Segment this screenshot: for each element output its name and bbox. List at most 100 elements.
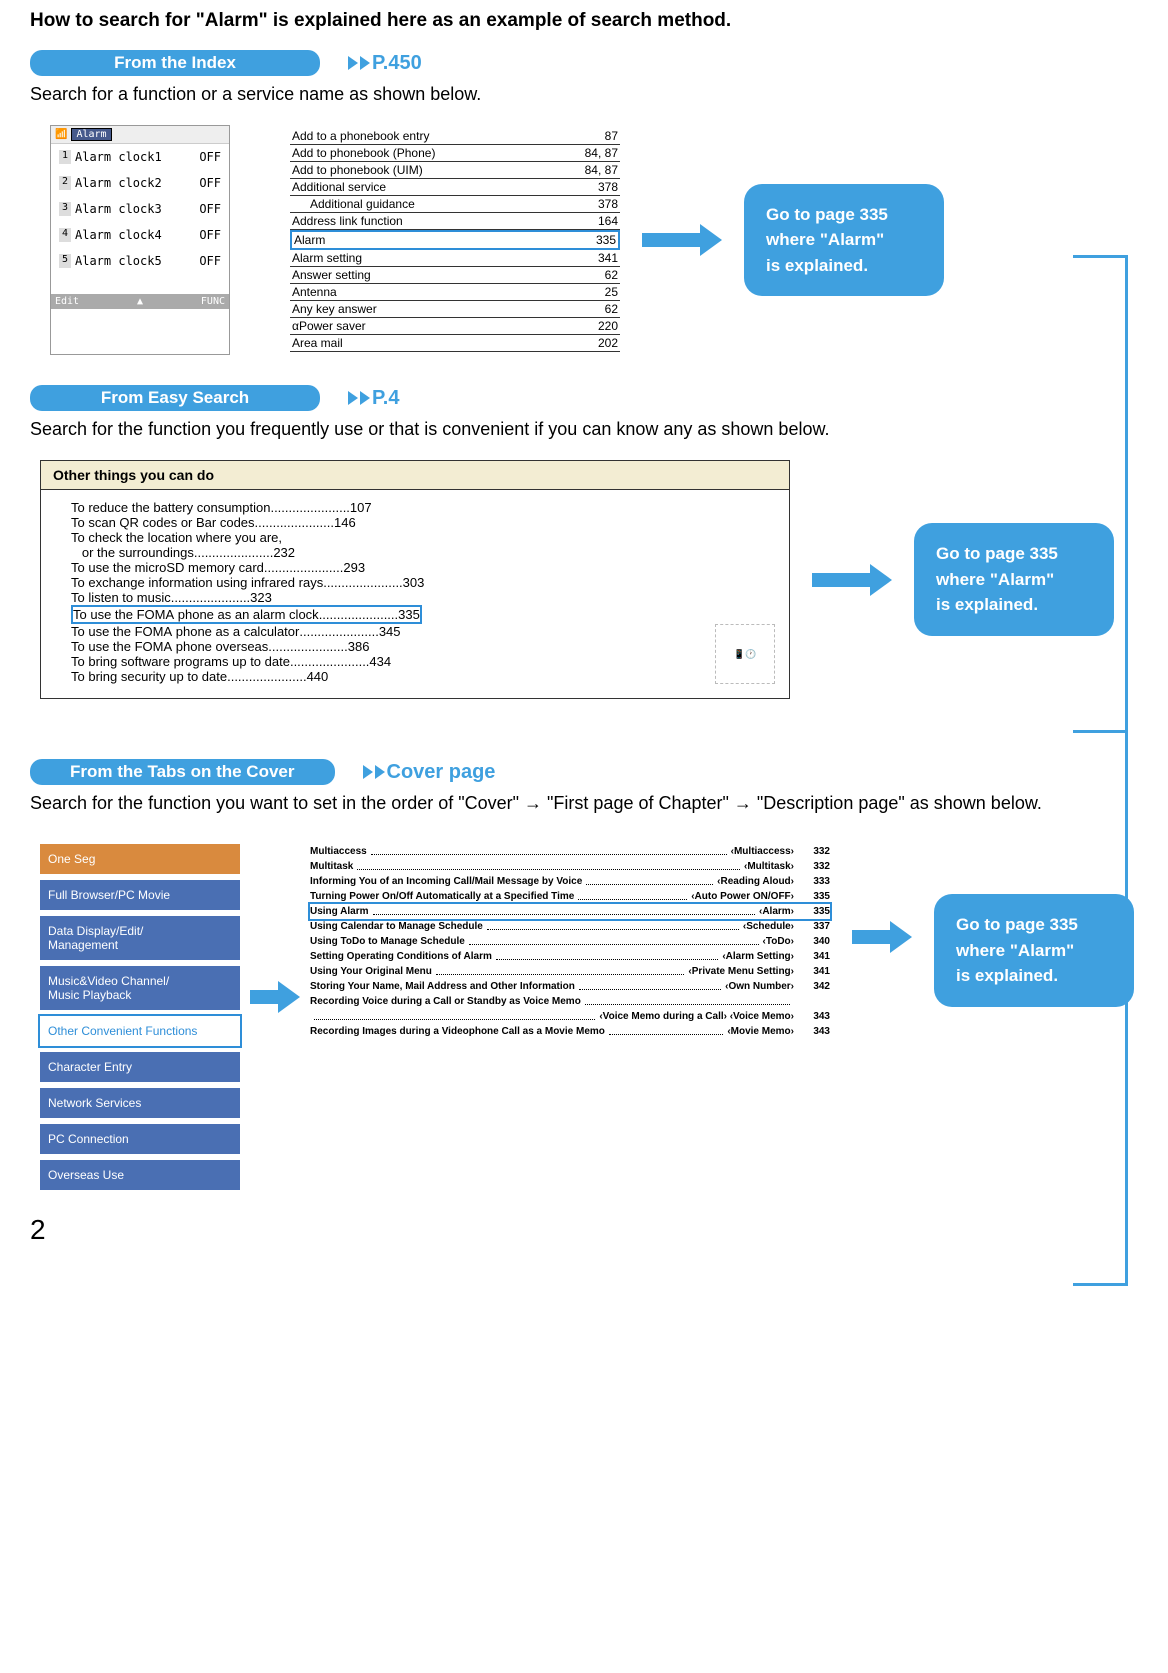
alarm-state: OFF xyxy=(199,254,221,268)
chapter-title: Recording Images during a Videophone Cal… xyxy=(310,1024,605,1039)
callout-line1: Go to page 335 xyxy=(766,202,922,228)
triangle-icon xyxy=(360,56,370,70)
alarm-label: Alarm clock5 xyxy=(75,254,162,268)
dots: ...................... xyxy=(264,560,343,575)
cover-tab[interactable]: Music&Video Channel/ Music Playback xyxy=(40,966,240,1010)
dots xyxy=(585,990,790,1005)
cover-tab[interactable]: Other Convenient Functions xyxy=(40,1016,240,1046)
index-row: Answer setting62 xyxy=(290,267,620,284)
cover-tab[interactable]: Overseas Use xyxy=(40,1160,240,1190)
chapter-row: Recording Images during a Videophone Cal… xyxy=(310,1024,830,1039)
index-row: Add to phonebook (Phone)84, 87 xyxy=(290,145,620,162)
callout-line1: Go to page 335 xyxy=(936,541,1092,567)
easy-line-desc: To bring software programs up to date xyxy=(71,654,290,669)
easy-search-box: Other things you can do To reduce the ba… xyxy=(40,460,790,699)
dots xyxy=(578,885,687,900)
easy-line-desc: To use the FOMA phone as a calculator xyxy=(71,624,299,639)
chapter-page: 343 xyxy=(800,1024,830,1039)
index-key: Any key answer xyxy=(292,302,377,316)
phone-statusbar: 📶 Alarm xyxy=(51,126,229,144)
dots xyxy=(314,1005,595,1020)
phone-alarm-row: 1Alarm clock1OFF xyxy=(51,144,229,170)
easy-line-page-tag: 434 xyxy=(369,654,391,669)
chapter-tag: ‹Multitask› xyxy=(744,859,794,874)
phone-screenshot: 📶 Alarm 1Alarm clock1OFF2Alarm clock2OFF… xyxy=(50,125,230,355)
index-row: Alarm 335 xyxy=(290,230,620,250)
phone-alarm-list: 1Alarm clock1OFF2Alarm clock2OFF 3 Alarm c… xyxy=(51,144,229,274)
chapter-title: Using Your Original Menu xyxy=(310,964,432,979)
antenna-icon: 📶 xyxy=(55,129,67,140)
index-page: 378 xyxy=(598,180,618,194)
triangle-icon xyxy=(348,391,358,405)
index-page: 84, 87 xyxy=(585,163,618,177)
row-number: 4 xyxy=(59,228,71,242)
chapter-tag: ‹Reading Aloud› xyxy=(717,874,794,889)
from-cover-content: One Seg Full Browser/PC Movie Data Display… xyxy=(30,844,1138,1196)
cover-tab[interactable]: Full Browser/PC Movie xyxy=(40,880,240,910)
chapter-contents: Multiaccess‹Multiaccess›332Multitask‹Mul… xyxy=(310,844,830,1039)
alarm-state: OFF xyxy=(199,228,221,242)
dots xyxy=(496,945,718,960)
cover-tab[interactable]: PC Connection xyxy=(40,1124,240,1154)
easy-search-line: To check the location where you are, xyxy=(71,530,775,545)
dots: ...................... xyxy=(299,624,378,639)
alarm-state: OFF xyxy=(199,202,221,216)
chapter-page xyxy=(800,994,830,1009)
phone-alarm-row: 2Alarm clock2OFF xyxy=(51,170,229,196)
dots: ...................... xyxy=(323,575,402,590)
callout-goto-335: Go to page 335 where "Alarm" is explaine… xyxy=(914,523,1114,636)
dots: ...................... xyxy=(319,607,398,622)
index-key: Add to a phonebook entry xyxy=(292,129,429,143)
row-number: 3 xyxy=(59,202,71,216)
index-page: 87 xyxy=(605,129,618,143)
cover-tab[interactable]: Data Display/Edit/ Management xyxy=(40,916,240,960)
easy-search-line: To use the microSD memory card .........… xyxy=(71,560,775,575)
arrow-right-icon xyxy=(250,984,300,1010)
arrow-right-icon xyxy=(642,227,722,253)
easy-search-line: To bring software programs up to date ..… xyxy=(71,654,775,669)
from-cover-page-ref: Cover page xyxy=(363,761,496,784)
index-row: Area mail 202 xyxy=(290,335,620,352)
easy-line-desc: To bring security up to date xyxy=(71,669,227,684)
index-table: Add to a phonebook entry 87 Add to phonebo… xyxy=(290,128,620,352)
dots xyxy=(609,1020,723,1035)
easy-line-page-tag: 440 xyxy=(307,669,329,684)
index-key: Add to phonebook (UIM) xyxy=(292,163,423,177)
index-row: Add to a phonebook entry 87 xyxy=(290,128,620,145)
index-key: Address link function xyxy=(292,214,403,228)
chapter-title: Using Calendar to Manage Schedule xyxy=(310,919,483,934)
connector-line xyxy=(1073,1283,1128,1286)
chapter-page: 332 xyxy=(800,844,830,859)
index-page: 202 xyxy=(598,336,618,350)
connector-line xyxy=(1073,255,1128,258)
chapter-page: 335 xyxy=(800,889,830,904)
index-page: 84, 87 xyxy=(585,146,618,160)
cover-tab[interactable]: Character Entry xyxy=(40,1052,240,1082)
from-easy-page-ref-text: P.4 xyxy=(372,387,399,410)
dots: ...................... xyxy=(227,669,306,684)
easy-search-line: To exchange information using infrared r… xyxy=(71,575,775,590)
row-number: 5 xyxy=(59,254,71,268)
cover-tab[interactable]: Network Services xyxy=(40,1088,240,1118)
easy-line-page-tag: 107 xyxy=(350,500,372,515)
dots xyxy=(579,975,721,990)
chapter-page: 333 xyxy=(800,874,830,889)
intro-text: How to search for "Alarm" is explained h… xyxy=(30,10,1138,32)
phone-clock-icon: 📱🕐 xyxy=(715,624,775,684)
chapter-page: 337 xyxy=(800,919,830,934)
arrow-right-icon xyxy=(812,567,892,593)
index-key: Alarm xyxy=(294,233,325,247)
row-number: 2 xyxy=(59,176,71,190)
easy-line-desc: To exchange information using infrared r… xyxy=(71,575,323,590)
index-page: 335 xyxy=(596,233,616,247)
cover-tab[interactable]: One Seg xyxy=(40,844,240,874)
callout-goto-335: Go to page 335 where "Alarm" is explaine… xyxy=(744,184,944,297)
index-row: Any key answer62 xyxy=(290,301,620,318)
triangle-icon xyxy=(363,765,373,779)
callout-line3: is explained. xyxy=(936,592,1092,618)
dots xyxy=(373,900,755,915)
index-key: Area mail xyxy=(292,336,343,350)
easy-line-page-tag: 386 xyxy=(348,639,370,654)
dots xyxy=(357,855,740,870)
easy-search-line: To bring security up to date ...........… xyxy=(71,669,775,684)
